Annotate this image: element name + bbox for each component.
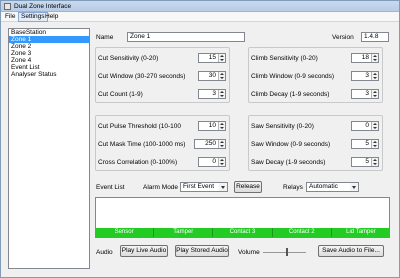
cut-count-stepper[interactable]: 3: [198, 89, 226, 99]
saw-decay-stepper[interactable]: 5: [351, 157, 379, 167]
status-tamper: Tamper: [154, 228, 214, 237]
tree-item-zone-3[interactable]: Zone 3: [9, 50, 89, 57]
relays-label: Relays: [283, 184, 303, 191]
cut-window-label: Cut Window (30-270 seconds): [98, 73, 186, 80]
tree-item-analyser-status[interactable]: Analyser Status: [9, 71, 89, 78]
play-live-audio-button[interactable]: Play Live Audio: [120, 245, 168, 257]
play-stored-audio-button[interactable]: Play Stored Audio: [175, 245, 229, 257]
cross-correlation-label: Cross Correlation (0-100%): [98, 159, 178, 166]
volume-slider-track[interactable]: [263, 252, 306, 253]
climb-sensitivity-label: Climb Sensitivity (0-20): [251, 55, 318, 62]
volume-label: Volume: [238, 249, 260, 256]
climb-window-label: Climb Window (0-9 seconds): [251, 73, 335, 80]
cut-sensitivity-stepper[interactable]: 15: [198, 53, 226, 63]
status-contact-2: Contact 2: [272, 228, 332, 237]
tree-item-zone-2[interactable]: Zone 2: [9, 43, 89, 50]
climb-decay-stepper[interactable]: 3: [351, 89, 379, 99]
event-list-label: Event List: [96, 184, 125, 191]
climb-window-stepper[interactable]: 3: [351, 71, 379, 81]
tree-item-basestation[interactable]: BaseStation: [9, 29, 89, 36]
volume-slider-thumb[interactable]: [286, 248, 288, 256]
menu-help[interactable]: Help: [43, 13, 60, 20]
cut-pulse-threshold-stepper[interactable]: 10: [198, 121, 226, 131]
window-title: Dual Zone Interface: [14, 3, 72, 10]
chevron-down-icon: [219, 183, 227, 191]
app-window: Dual Zone Interface File Settings Help B…: [0, 0, 400, 278]
saw-window-stepper[interactable]: 5: [351, 139, 379, 149]
status-sensor: Sensor: [95, 228, 155, 237]
climb-sensitivity-stepper[interactable]: 18: [351, 53, 379, 63]
tree-item-zone-1[interactable]: Zone 1: [9, 36, 89, 43]
alarm-mode-select[interactable]: First Event: [180, 182, 228, 192]
saw-sensitivity-stepper[interactable]: 0: [351, 121, 379, 131]
tree-item-event-list[interactable]: Event List: [9, 64, 89, 71]
status-lid-tamper: Lid Tamper: [331, 228, 391, 237]
cut-count-label: Cut Count (1-9): [98, 91, 143, 98]
cut-window-stepper[interactable]: 30: [198, 71, 226, 81]
saw-sensitivity-label: Saw Sensitivity (0-20): [251, 123, 314, 130]
title-bar[interactable]: Dual Zone Interface: [1, 1, 399, 12]
release-button[interactable]: Release: [234, 181, 262, 193]
cut-pulse-threshold-label: Cut Pulse Threshold (10-100: [98, 123, 181, 130]
climb-decay-label: Climb Decay (1-9 seconds): [251, 91, 330, 98]
cut-mask-time-label: Cut Mask Time (100-1000 ms): [98, 141, 186, 148]
name-label: Name: [96, 34, 114, 41]
version-label: Version: [332, 34, 354, 41]
cut-mask-time-stepper[interactable]: 250: [194, 139, 226, 149]
version-field: 1.4.8: [361, 32, 389, 42]
cross-correlation-stepper[interactable]: 0: [198, 157, 226, 167]
chevron-down-icon: [350, 183, 358, 191]
saw-decay-label: Saw Decay (1-9 seconds): [251, 159, 326, 166]
status-contact-3: Contact 3: [213, 228, 273, 237]
relays-select[interactable]: Automatic: [306, 182, 359, 192]
tree-item-zone-4[interactable]: Zone 4: [9, 57, 89, 64]
app-icon: [4, 3, 11, 10]
status-indicator-bar: Sensor Tamper Contact 3 Contact 2 Lid Ta…: [95, 228, 391, 237]
menu-file[interactable]: File: [3, 13, 17, 20]
zone-name-field[interactable]: Zone 1: [127, 32, 245, 42]
cut-sensitivity-label: Cut Sensitivity (0-20): [98, 55, 159, 62]
alarm-mode-label: Alarm Mode: [143, 184, 179, 191]
saw-window-label: Saw Window (0-9 seconds): [251, 141, 331, 148]
menu-bar: File Settings Help: [1, 12, 399, 22]
save-audio-button[interactable]: Save Audio to File...: [318, 245, 384, 257]
zone-tree[interactable]: BaseStation Zone 1 Zone 2 Zone 3 Zone 4 …: [8, 28, 90, 269]
audio-label: Audio: [96, 249, 113, 256]
